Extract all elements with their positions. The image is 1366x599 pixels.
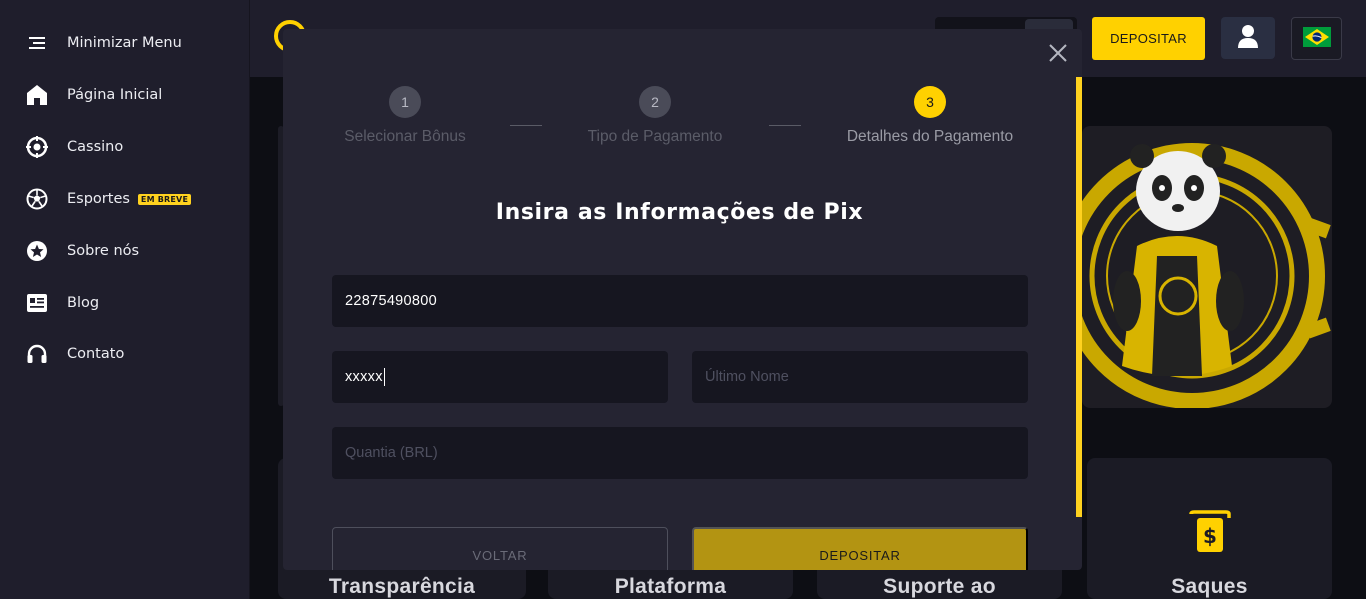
step-label: Tipo de Pagamento xyxy=(587,128,723,145)
sidebar-item-label: Blog xyxy=(67,295,100,311)
feature-title: Plataforma xyxy=(614,575,727,598)
brazil-flag-icon xyxy=(1302,26,1331,51)
sidebar-item-minimize-menu[interactable]: Minimizar Menu xyxy=(25,30,182,56)
pix-key-input[interactable]: 22875490800 xyxy=(332,275,1028,327)
user-icon xyxy=(1237,24,1259,52)
casino-chip-icon xyxy=(25,135,49,159)
step-connector xyxy=(510,125,542,126)
newspaper-icon xyxy=(25,291,49,315)
step-connector xyxy=(769,125,801,126)
sidebar-item-label: Contato xyxy=(67,346,125,362)
sidebar-item-label: Cassino xyxy=(67,139,124,155)
close-icon[interactable] xyxy=(1048,43,1068,63)
sidebar: Minimizar Menu Página Inicial Cassino Es… xyxy=(0,0,250,599)
sidebar-item-casino[interactable]: Cassino xyxy=(25,134,123,160)
headset-icon xyxy=(25,342,49,366)
language-button[interactable] xyxy=(1291,17,1342,60)
modal-title: Insira as Informações de Pix xyxy=(495,200,864,225)
feature-card-withdrawals: $ Saques xyxy=(1087,458,1332,599)
step-number: 1 xyxy=(389,86,421,118)
sidebar-item-home[interactable]: Página Inicial xyxy=(25,82,162,108)
input-placeholder: Quantia (BRL) xyxy=(345,445,438,461)
step-label: Detalhes do Pagamento xyxy=(846,128,1014,145)
input-value: xxxxx xyxy=(345,369,383,385)
sidebar-item-label: Sobre nós xyxy=(67,243,140,259)
sidebar-item-label: Esportes xyxy=(67,191,130,207)
star-icon xyxy=(25,239,49,263)
money-bill-icon: $ xyxy=(1189,510,1231,558)
deposit-modal: 1 Selecionar Bônus 2 Tipo de Pagamento 3… xyxy=(283,29,1082,570)
step-payment-type: 2 Tipo de Pagamento xyxy=(565,86,745,146)
deposit-submit-button[interactable]: DEPOSITAR xyxy=(692,527,1028,570)
user-button[interactable] xyxy=(1221,17,1275,59)
input-placeholder: Último Nome xyxy=(705,369,789,385)
sidebar-item-contact[interactable]: Contato xyxy=(25,341,124,367)
sidebar-item-sports[interactable]: Esportes EM BREVE xyxy=(25,186,192,212)
sidebar-item-about[interactable]: Sobre nós xyxy=(25,238,139,264)
first-name-input[interactable]: xxxxx xyxy=(332,351,668,403)
step-select-bonus: 1 Selecionar Bônus xyxy=(325,86,485,146)
text-caret xyxy=(383,368,385,386)
promo-banner-image xyxy=(1082,126,1332,408)
step-number: 2 xyxy=(639,86,671,118)
coming-soon-badge: EM BREVE xyxy=(137,193,192,205)
soccer-ball-icon xyxy=(25,187,49,211)
sidebar-item-label: Página Inicial xyxy=(67,87,163,103)
amount-input[interactable]: Quantia (BRL) xyxy=(332,427,1028,479)
back-button[interactable]: VOLTAR xyxy=(332,527,668,570)
sidebar-item-blog[interactable]: Blog xyxy=(25,290,99,316)
feature-title: Transparência xyxy=(328,575,476,598)
svg-text:$: $ xyxy=(1203,524,1217,548)
feature-title: Suporte ao xyxy=(883,575,996,598)
feature-title: Saques xyxy=(1171,575,1248,598)
step-number: 3 xyxy=(914,86,946,118)
menu-icon xyxy=(25,31,49,55)
header-deposit-button[interactable]: DEPOSITAR xyxy=(1092,17,1205,60)
last-name-input[interactable]: Último Nome xyxy=(692,351,1028,403)
home-icon xyxy=(25,83,49,107)
input-value: 22875490800 xyxy=(345,293,438,309)
step-label: Selecionar Bônus xyxy=(344,128,466,145)
sidebar-item-label: Minimizar Menu xyxy=(67,35,182,51)
step-payment-details: 3 Detalhes do Pagamento xyxy=(820,86,1040,146)
modal-scrollbar-thumb[interactable] xyxy=(1076,77,1082,517)
